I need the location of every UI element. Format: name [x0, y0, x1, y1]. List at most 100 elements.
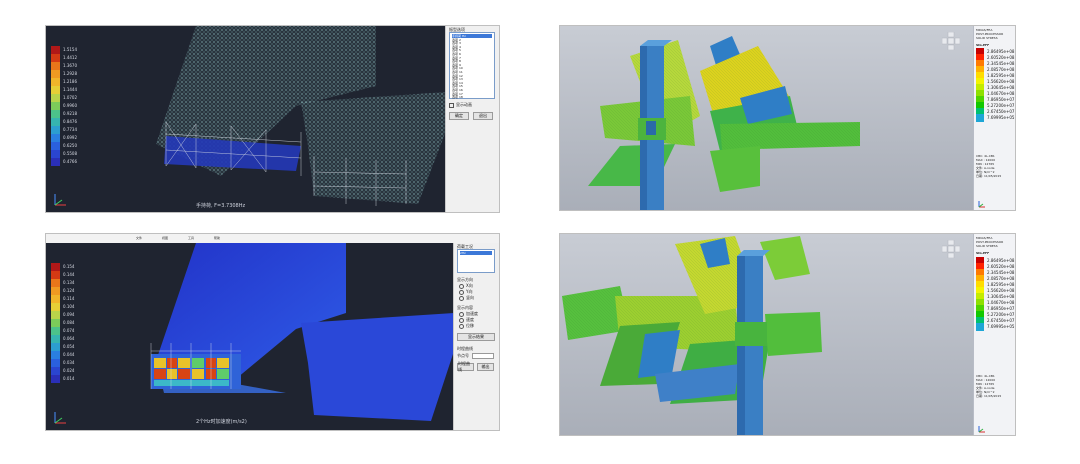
- legend-value: 0.054: [63, 344, 75, 349]
- fea-viewport[interactable]: [560, 234, 974, 435]
- node-input-label: 节点号: [457, 353, 469, 358]
- toolbar-menu-item[interactable]: 工具: [188, 236, 194, 240]
- legend-value: 7.69995e+05: [987, 324, 1015, 329]
- legend-value: 1.5154: [63, 47, 77, 52]
- legend-swatch: [51, 279, 60, 287]
- legend-swatch: [51, 287, 60, 295]
- header-line: SOLID STRESS: [976, 244, 998, 248]
- legend-swatch: [51, 94, 60, 102]
- legend-value: 0.094: [63, 312, 75, 317]
- legend-swatch: [51, 134, 60, 142]
- content-radio[interactable]: 位移: [459, 323, 474, 329]
- legend-swatch: [51, 327, 60, 335]
- legend-swatch: [51, 311, 60, 319]
- legend-swatch: [51, 158, 60, 166]
- floor-slab-contour: [150, 243, 454, 421]
- legend-swatch: [51, 62, 60, 70]
- legend-swatch: [51, 303, 60, 311]
- axis-triad-icon: [54, 194, 66, 206]
- fea-viewport[interactable]: [560, 26, 974, 210]
- toolbar-menu-item[interactable]: 帮助: [214, 236, 220, 240]
- legend-swatch: [51, 263, 60, 271]
- legend-value: 0.5508: [63, 151, 77, 156]
- view-cube-icon[interactable]: [941, 31, 961, 51]
- legend-swatch: [51, 54, 60, 62]
- model-viewport[interactable]: 1.5154 1.4412 1.3670 1.2928 1.2186 1.1444 1.07…: [46, 26, 446, 212]
- animation-checkbox-label: 显示动画: [456, 102, 472, 107]
- legend-value: 7.69995e+05: [987, 115, 1015, 120]
- export-button[interactable]: 输出: [477, 363, 494, 371]
- cast-steel-joint-model: [588, 36, 860, 210]
- legend-swatch: [51, 359, 60, 367]
- modal-analysis-window: 1.5154 1.4412 1.3670 1.2928 1.2186 1.1444 1.07…: [45, 25, 500, 213]
- legend-title: SIG-EFF: [976, 251, 990, 255]
- legend-swatch: [51, 150, 60, 158]
- legend-swatch: [51, 142, 60, 150]
- fea-joint-window-1: SIG-EFF 2.86495e+08 2.60520e+08 2.34545e+0…: [559, 25, 1016, 211]
- mode-list-item[interactable]: 选项 18: [452, 95, 492, 99]
- ok-button[interactable]: 确定: [449, 112, 469, 120]
- node-input[interactable]: [472, 353, 494, 359]
- legend-value: 1.0702: [63, 95, 77, 100]
- legend-swatch: [51, 335, 60, 343]
- legend-swatch: [51, 86, 60, 94]
- model-viewport[interactable]: 0.154 0.144 0.134 0.124 0.114 0.104 0.094 0.084…: [46, 243, 454, 430]
- legend-value: 0.144: [63, 272, 75, 277]
- legend-swatch: [976, 114, 984, 122]
- fea-legend-panel: SIG-EFF 2.86495e+08 2.60520e+08 2.34545e+0…: [973, 26, 1015, 210]
- animation-checkbox[interactable]: 显示动画: [449, 102, 472, 108]
- legend-value: 0.064: [63, 336, 75, 341]
- legend-value: 0.014: [63, 376, 75, 381]
- legend-value: 0.4766: [63, 159, 77, 164]
- legend-value: 0.124: [63, 288, 75, 293]
- legend-value: 1.2186: [63, 79, 77, 84]
- legend-value: 0.044: [63, 352, 75, 357]
- fea-joint-window-2: SIG-EFF 2.86495e+08 2.60520e+08 2.34545e+0…: [559, 233, 1016, 436]
- cancel-button[interactable]: 退出: [473, 112, 493, 120]
- legend-value: 0.7734: [63, 127, 77, 132]
- legend-swatch: [51, 46, 60, 54]
- history-curve-button[interactable]: 时程曲线: [457, 361, 474, 372]
- axis-triad-icon: [978, 201, 985, 208]
- legend-value: 1.2928: [63, 71, 77, 76]
- fea-legend-panel: SIG-EFF 2.86495e+08 2.60520e+08 2.34545e+0…: [973, 234, 1015, 435]
- legend-value: 0.134: [63, 280, 75, 285]
- toolbar-menu-item[interactable]: 视图: [162, 236, 168, 240]
- info-line: 日期: 11/05/2015: [976, 394, 1002, 398]
- legend-swatch: [51, 343, 60, 351]
- result-options-panel: 荷载工况 2Hz 显示方向 显示内容 显示结果 时程曲线 节点号 时程曲线 输出…: [453, 243, 499, 430]
- legend-swatch: [51, 126, 60, 134]
- header-line: SOLID STRESS: [976, 36, 998, 40]
- direction-radio[interactable]: 竖向: [459, 295, 474, 301]
- acceleration-window: 文件 视图 工具 帮助 0.154 0.144 0.134 0.124 0.11…: [45, 233, 500, 431]
- cast-steel-joint-model: [562, 236, 822, 435]
- legend-value: 0.8476: [63, 119, 77, 124]
- legend-value: 0.024: [63, 368, 75, 373]
- legend-value: 0.084: [63, 320, 75, 325]
- legend-value: 1.1444: [63, 87, 77, 92]
- legend-value: 0.034: [63, 360, 75, 365]
- load-case-item[interactable]: 2Hz: [460, 251, 492, 255]
- view-cube-icon[interactable]: [941, 239, 961, 259]
- legend-value: 0.9218: [63, 111, 77, 116]
- legend-swatch: [976, 323, 984, 331]
- legend-value: 0.074: [63, 328, 75, 333]
- legend-swatch: [51, 78, 60, 86]
- info-line: 日期: 11/05/2015: [976, 174, 1002, 178]
- result-caption: 2个Hz时加速度(m/s2): [196, 419, 247, 425]
- legend-swatch: [51, 351, 60, 359]
- mode-listbox[interactable]: 手持荷 Hz 选项 2 选项 3 选项 4 选项 5 选项 6 选项 7 选项 8 选项 9 选项…: [449, 32, 495, 99]
- axis-triad-icon: [978, 426, 985, 433]
- toolbar-menu-item[interactable]: 文件: [136, 236, 142, 240]
- legend-swatch: [51, 319, 60, 327]
- legend-value: 0.6992: [63, 135, 77, 140]
- load-case-listbox[interactable]: 2Hz: [457, 249, 495, 273]
- legend-value: 0.154: [63, 264, 75, 269]
- legend-value: 0.104: [63, 304, 75, 309]
- mode-options-panel: 振型选项 手持荷 Hz 选项 2 选项 3 选项 4 选项 5 选项 6 选项 7 选项 8选…: [445, 26, 499, 212]
- show-result-button[interactable]: 显示结果: [457, 333, 495, 341]
- mode-caption: 手持荷, F=3.7308Hz: [196, 203, 246, 209]
- legend-title: SIG-EFF: [976, 43, 990, 47]
- legend-swatch: [51, 295, 60, 303]
- legend-swatch: [51, 102, 60, 110]
